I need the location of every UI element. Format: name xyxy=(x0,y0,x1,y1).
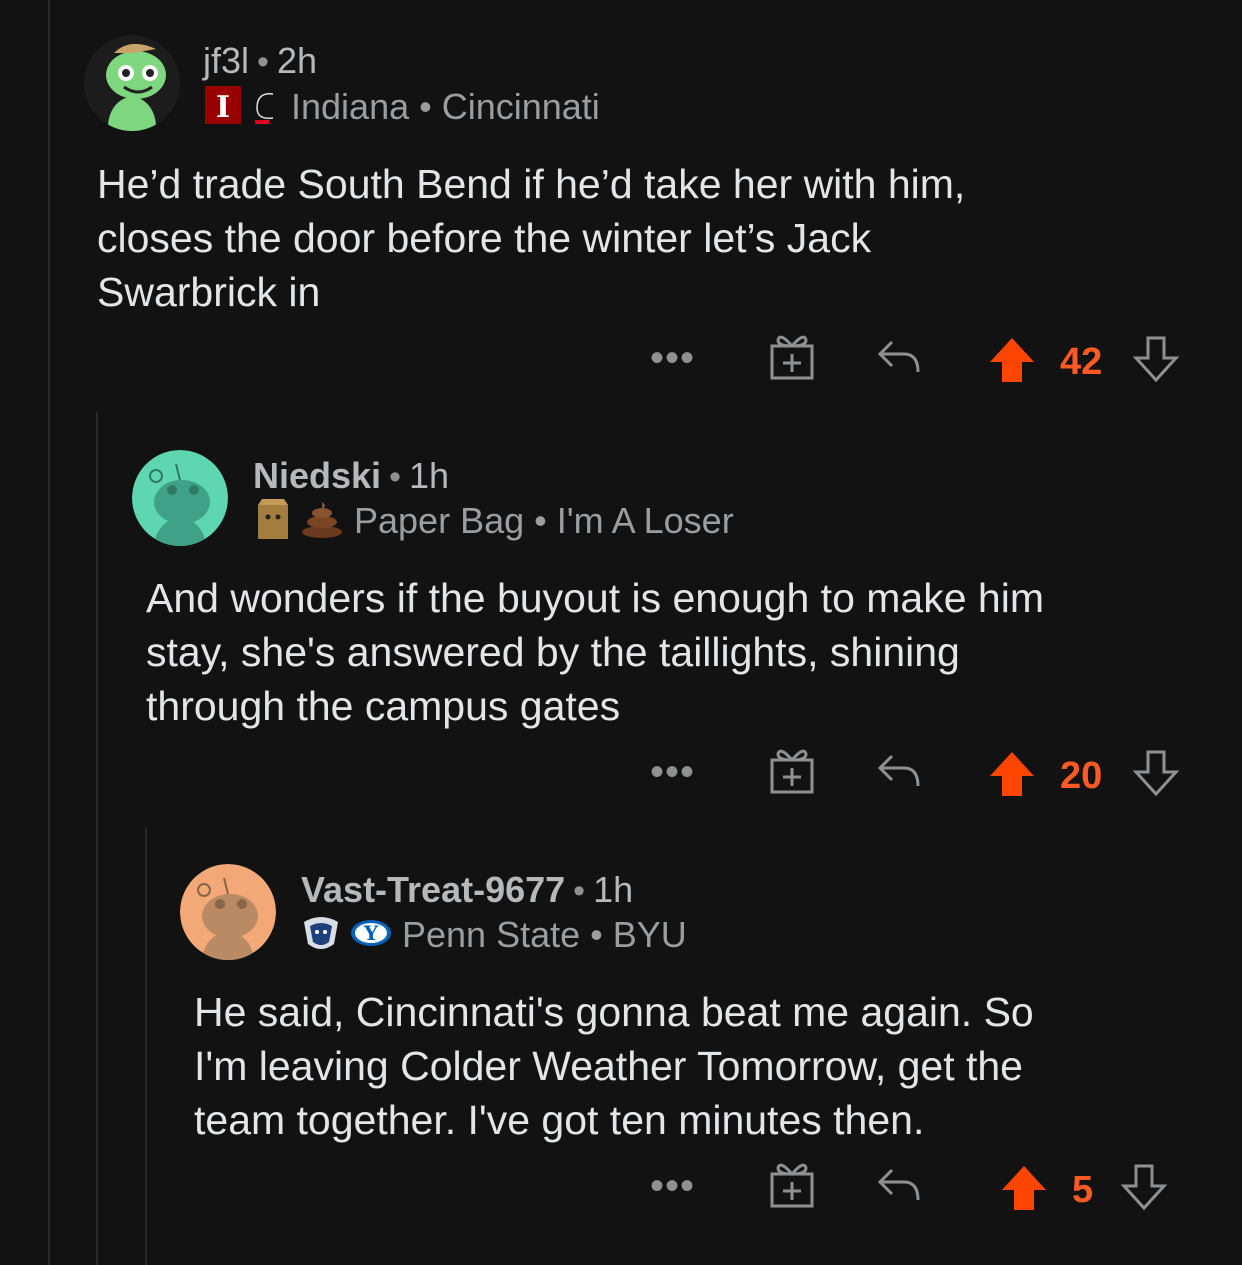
comment-body: He said, Cincinnati's gonna beat me agai… xyxy=(194,985,1034,1147)
timestamp: 1h xyxy=(593,869,634,910)
reply-icon[interactable] xyxy=(876,1166,922,1211)
comment: Vast-Treat-9677 • 1h Y Penn State • BYU He… xyxy=(0,0,1242,1265)
byu-logo-icon: Y xyxy=(350,918,392,953)
comment-body-line: team together. I've got ten minutes then… xyxy=(194,1097,925,1143)
comment-body-line: I'm leaving Colder Weather Tomorrow, get… xyxy=(194,1043,1023,1089)
penn-state-logo-icon xyxy=(302,914,340,957)
separator-dot: • xyxy=(573,872,586,910)
comment-meta: Vast-Treat-9677 • 1h xyxy=(301,869,633,911)
svg-text:Y: Y xyxy=(363,921,379,945)
downvote-icon[interactable] xyxy=(1120,1164,1168,1217)
comment-body-line: He said, Cincinnati's gonna beat me agai… xyxy=(194,989,1034,1035)
flair-text: Penn State • BYU xyxy=(402,914,687,955)
comment-actions: ••• 5 xyxy=(640,1160,1200,1220)
upvote-icon[interactable] xyxy=(1000,1164,1048,1217)
avatar[interactable] xyxy=(180,864,276,960)
username[interactable]: Vast-Treat-9677 xyxy=(301,869,565,910)
vote-score: 5 xyxy=(1072,1169,1094,1211)
award-icon[interactable] xyxy=(768,1160,816,1215)
more-options-button[interactable]: ••• xyxy=(650,1166,695,1206)
user-flair: Y Penn State • BYU xyxy=(302,914,687,956)
